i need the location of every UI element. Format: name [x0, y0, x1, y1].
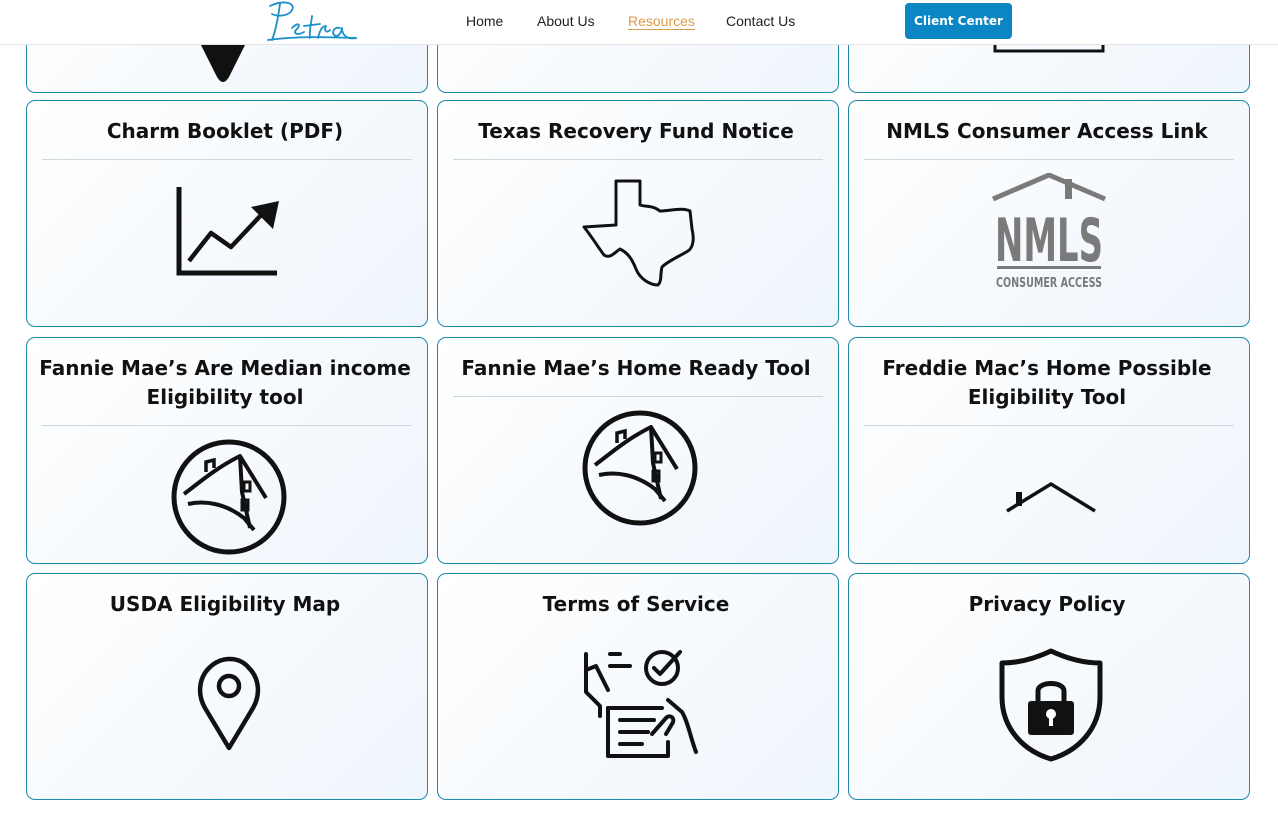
resource-card-fannie-mae-home-ready[interactable]: Fannie Mae’s Home Ready Tool	[437, 337, 839, 564]
texas-map-icon	[582, 177, 698, 287]
map-pin-icon	[197, 656, 261, 752]
card-title: Fannie Mae’s Home Ready Tool	[461, 356, 811, 380]
site-header: Home About Us Resources Contact Us Clien…	[0, 0, 1278, 45]
resource-card-fannie-mae-ami[interactable]: Fannie Mae’s Are Median income Eligibili…	[26, 337, 428, 564]
petra-logo[interactable]	[266, 0, 358, 44]
roof-icon	[1005, 480, 1097, 514]
card-divider	[42, 159, 412, 160]
resource-card-usda-map[interactable]: USDA Eligibility Map	[26, 573, 428, 800]
resource-card-charm-booklet[interactable]: Charm Booklet (PDF)	[26, 100, 428, 327]
nav-contact-us[interactable]: Contact Us	[726, 13, 795, 29]
chart-growth-icon	[175, 185, 281, 279]
resource-card-terms-of-service[interactable]: Terms of Service	[437, 573, 839, 800]
fannie-mae-house-icon	[170, 438, 288, 556]
nav-about-us[interactable]: About Us	[537, 13, 595, 29]
checklist-document-icon	[582, 646, 698, 764]
card-divider	[453, 396, 823, 397]
resource-card-freddie-mac[interactable]: Freddie Mac’s Home Possible Eligibility …	[848, 337, 1250, 564]
fannie-mae-house-icon	[581, 409, 699, 527]
client-center-button[interactable]: Client Center	[905, 3, 1012, 39]
card-divider	[453, 159, 823, 160]
nmls-logo-icon: NMLS CONSUMER ACCESS	[989, 173, 1109, 293]
petra-logo-icon	[267, 1, 357, 41]
card-divider	[864, 425, 1234, 426]
resource-card-nmls[interactable]: NMLS Consumer Access Link NMLS CONSUMER …	[848, 100, 1250, 327]
svg-text:CONSUMER ACCESS: CONSUMER ACCESS	[996, 276, 1102, 291]
card-title: Terms of Service	[542, 592, 730, 616]
chevron-down-icon	[197, 39, 249, 84]
nav-resources[interactable]: Resources	[628, 13, 695, 29]
shield-lock-icon	[998, 647, 1104, 763]
card-title: Privacy Policy	[968, 592, 1126, 616]
card-title: Texas Recovery Fund Notice	[478, 119, 794, 143]
card-title: Charm Booklet (PDF)	[106, 119, 344, 143]
card-title: Freddie Mac’s Home Possible Eligibility …	[882, 356, 1212, 409]
card-title: USDA Eligibility Map	[109, 592, 341, 616]
nav-home[interactable]: Home	[466, 13, 503, 29]
resource-card-privacy-policy[interactable]: Privacy Policy	[848, 573, 1250, 800]
svg-text:NMLS: NMLS	[995, 206, 1103, 276]
card-title: NMLS Consumer Access Link	[886, 119, 1208, 143]
card-divider	[864, 159, 1234, 160]
card-divider	[42, 425, 412, 426]
resource-card-texas-recovery[interactable]: Texas Recovery Fund Notice	[437, 100, 839, 327]
card-title: Fannie Mae’s Are Median income Eligibili…	[39, 356, 411, 409]
